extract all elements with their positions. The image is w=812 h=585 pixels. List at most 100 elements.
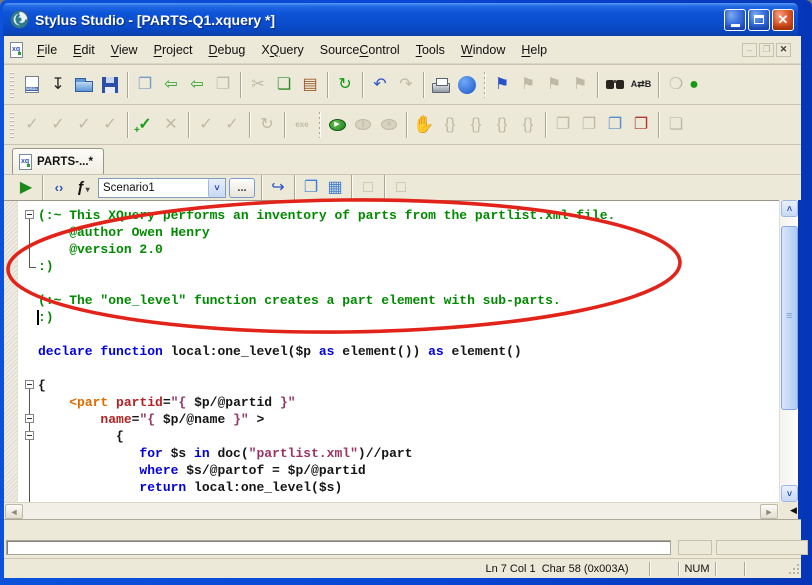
preview-in-browser-icon[interactable]: ❐ xyxy=(299,177,323,199)
scenario-extra-2-icon: □ xyxy=(389,177,413,199)
menu-xquery[interactable]: XQuery xyxy=(253,40,311,60)
breakpoint-hand-icon[interactable]: ✋ xyxy=(411,112,437,138)
expression-field[interactable] xyxy=(6,540,671,555)
field-cell-2 xyxy=(716,540,808,555)
scroll-down-button[interactable]: ˅ xyxy=(781,485,798,502)
code-line: { xyxy=(38,377,615,394)
toolbar-row-1: ↧❐⇦⇦❐✂❏▤↻↶↷⚑⚑⚑⚑A⇄B❍● xyxy=(19,72,691,98)
chevron-down-icon[interactable]: ˅ xyxy=(208,179,225,197)
menu-help[interactable]: Help xyxy=(513,40,555,60)
window-title: Stylus Studio - [PARTS-Q1.xquery *] xyxy=(35,12,724,28)
refresh-validation-icon: ↻ xyxy=(254,112,280,138)
toolbar-separator xyxy=(658,72,659,98)
edge-clipped-icon[interactable]: ● xyxy=(689,72,699,98)
validate-all-documents-icon: ✓ xyxy=(193,112,219,138)
fold-marker[interactable] xyxy=(25,431,34,440)
clear-bookmarks-icon: ⚑ xyxy=(567,72,593,98)
toolbar-grip[interactable] xyxy=(10,72,14,98)
open-next-document-icon[interactable]: ⇦ xyxy=(184,72,210,98)
menu-bar: FileEditViewProjectDebugXQuerySourceCont… xyxy=(4,36,801,64)
code-line: <part partid="{ $p/@partid }" xyxy=(38,394,615,411)
new-window-icon[interactable]: ❐ xyxy=(132,72,158,98)
start-debugging-icon[interactable] xyxy=(324,112,350,138)
new-wsdl-document-icon[interactable] xyxy=(19,72,45,98)
toggle-bookmark-icon[interactable]: ⚑ xyxy=(489,72,515,98)
open-file-icon[interactable] xyxy=(71,72,97,98)
toolbar-separator xyxy=(240,72,241,98)
toolbar-separator xyxy=(42,175,43,201)
notes-icon: ❏ xyxy=(663,112,689,138)
menu-view[interactable]: View xyxy=(103,40,146,60)
close-button[interactable]: ✕ xyxy=(772,9,794,31)
toolbar-grip[interactable] xyxy=(10,112,14,138)
mdi-close-button[interactable]: ✕ xyxy=(776,43,791,57)
refresh-icon[interactable]: ↻ xyxy=(332,72,358,98)
menu-project[interactable]: Project xyxy=(146,40,201,60)
cascade-windows-icon[interactable]: ❐ xyxy=(602,112,628,138)
fold-tick xyxy=(29,267,36,268)
build-executable-icon: exe xyxy=(289,112,315,138)
save-file-icon[interactable] xyxy=(97,72,123,98)
code-line: @version 2.0 xyxy=(38,241,615,258)
menu-edit[interactable]: Edit xyxy=(65,40,103,60)
add-validation-engine-icon[interactable]: ✓ xyxy=(132,112,158,138)
function-list-icon[interactable]: ƒ xyxy=(71,177,95,199)
selection-margin[interactable] xyxy=(4,201,18,502)
code-line: where $s/@partof = $p/@partid xyxy=(38,462,615,479)
scroll-up-button[interactable]: ˄ xyxy=(781,200,798,217)
code-line: declare function local:one_level($p as e… xyxy=(38,343,615,360)
copy-icon[interactable]: ❏ xyxy=(271,72,297,98)
tab-label: Mapper xyxy=(13,520,45,538)
splitter-arrow-icon[interactable]: ◀ xyxy=(790,505,797,516)
menu-sourcecontrol[interactable]: SourceControl xyxy=(312,40,408,60)
code-line: name="{ $p/@name }" > xyxy=(38,411,615,428)
scenario-icons-before: ▶ ‹›ƒ xyxy=(14,175,95,201)
next-bookmark-icon: ⚑ xyxy=(541,72,567,98)
code-line: @author Owen Henry xyxy=(38,224,615,241)
save-all-icon[interactable]: ↧ xyxy=(45,72,71,98)
remove-validation-icon: ✕ xyxy=(158,112,184,138)
code-line: :) xyxy=(38,309,615,326)
open-previous-document-icon[interactable]: ⇦ xyxy=(158,72,184,98)
print-icon[interactable] xyxy=(428,72,454,98)
scenario-browse-button[interactable]: ... xyxy=(229,178,255,198)
tab-label: XQuery Source xyxy=(19,520,51,538)
horizontal-scrollbar[interactable]: ◄ ► xyxy=(4,502,779,519)
menu-window[interactable]: Window xyxy=(453,40,513,60)
vertical-scroll-thumb[interactable] xyxy=(781,226,798,410)
goto-definition-icon[interactable]: ↪ xyxy=(266,177,290,199)
scenario-combobox[interactable]: Scenario1 ˅ xyxy=(98,178,226,198)
undo-icon[interactable]: ↶ xyxy=(367,72,393,98)
resize-grip[interactable] xyxy=(787,562,801,576)
document-tab-parts[interactable]: PARTS-...* xyxy=(12,148,104,174)
validate-undo-icon: ✓ xyxy=(97,112,123,138)
paste-icon[interactable]: ▤ xyxy=(297,72,323,98)
mdi-minimize-button: – xyxy=(742,43,757,57)
toolbar-separator xyxy=(261,175,262,201)
code-line: { xyxy=(38,428,615,445)
scroll-right-button[interactable]: ► xyxy=(760,504,778,519)
mdi-buttons: – ❐ ✕ xyxy=(742,43,791,57)
stylesheet-editor-icon[interactable]: ❐ xyxy=(628,112,654,138)
menu-debug[interactable]: Debug xyxy=(201,40,254,60)
maximize-button[interactable] xyxy=(748,9,770,31)
vertical-scrollbar[interactable]: ˄ ˅ xyxy=(779,200,798,502)
find-icon[interactable] xyxy=(602,72,628,98)
menu-tools[interactable]: Tools xyxy=(408,40,453,60)
toolbar-separator xyxy=(249,112,250,138)
code-editor[interactable]: (:~ This XQuery performs an inventory of… xyxy=(4,200,779,502)
menu-file[interactable]: File xyxy=(29,40,65,60)
application-window: Stylus Studio - [PARTS-Q1.xquery *] ✕ Fi… xyxy=(0,0,812,585)
minimize-button[interactable] xyxy=(724,9,746,31)
fold-marker[interactable] xyxy=(25,380,34,389)
scroll-left-button[interactable]: ◄ xyxy=(5,504,23,519)
fold-marker[interactable] xyxy=(25,210,34,219)
fold-marker[interactable] xyxy=(25,414,34,423)
xml-markup-icon[interactable]: ‹› xyxy=(47,177,71,199)
preview-result-icon[interactable]: ▶ xyxy=(14,177,38,199)
validate-document-icon: ✓ xyxy=(19,112,45,138)
help-icon[interactable] xyxy=(454,72,480,98)
document-tab-label: PARTS-...* xyxy=(37,156,93,168)
open-mapper-icon[interactable]: ▦ xyxy=(323,177,347,199)
replace-icon[interactable]: A⇄B xyxy=(628,72,654,98)
